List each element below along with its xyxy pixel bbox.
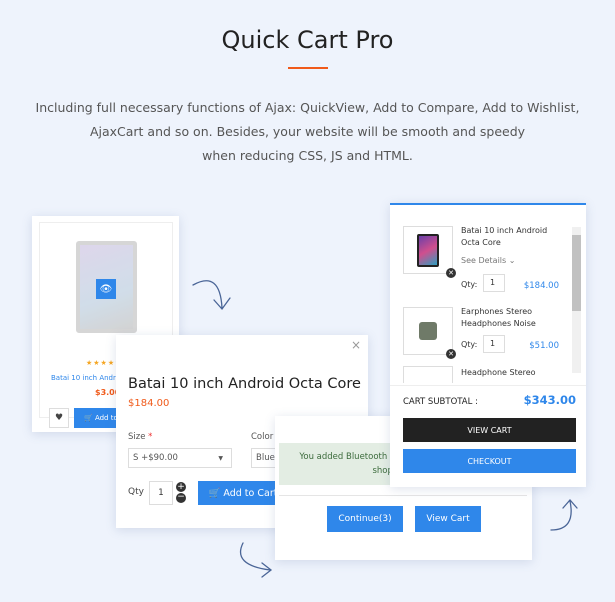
cart-qty-input[interactable]: 1 [483, 335, 505, 353]
cart-item-name[interactable]: Earphones Stereo Headphones Noise [461, 306, 561, 330]
arrow-icon [239, 542, 273, 578]
cart-icon: 🛒 [208, 487, 224, 499]
see-details-toggle[interactable]: See Details ⌄ [461, 256, 515, 265]
cart-item-name[interactable]: Headphone Stereo [461, 367, 536, 379]
qty-label: Qty [128, 487, 144, 497]
subtotal-value: $343.00 [523, 393, 576, 407]
required-mark: * [148, 432, 153, 442]
quickview-title: Batai 10 inch Android Octa Core [128, 376, 361, 392]
scrollbar[interactable] [572, 227, 581, 373]
chevron-down-icon: ⌄ [508, 256, 516, 265]
qty-input[interactable]: 1 [149, 481, 173, 505]
cart-item-price: $51.00 [529, 341, 559, 351]
mini-cart: ✕ Batai 10 inch Android Octa Core See De… [390, 203, 586, 487]
cart-item-name[interactable]: Batai 10 inch Android Octa Core [461, 225, 561, 249]
view-cart-button[interactable]: VIEW CART [403, 418, 576, 442]
quickview-eye-button[interactable]: 👁 [96, 279, 116, 299]
cart-item-image[interactable] [403, 366, 453, 383]
size-select[interactable]: S +$90.00 ▼ [128, 448, 232, 468]
checkout-button[interactable]: CHECKOUT [403, 449, 576, 473]
remove-item-icon[interactable]: ✕ [446, 349, 456, 359]
arrow-icon [192, 280, 231, 311]
continue-button[interactable]: Continue(3) [327, 506, 403, 532]
cart-item-price: $184.00 [523, 281, 559, 291]
close-icon[interactable]: × [351, 338, 361, 352]
quickview-price: $184.00 [128, 398, 170, 409]
cart-item-image[interactable] [403, 307, 453, 355]
remove-item-icon[interactable]: ✕ [446, 268, 456, 278]
cart-item-image[interactable] [403, 226, 453, 274]
arrow-icon [550, 499, 578, 531]
chevron-down-icon: ▼ [218, 455, 223, 462]
plus-icon[interactable]: + [176, 482, 186, 492]
minus-icon[interactable]: − [176, 493, 186, 503]
heart-icon: ♥ [54, 413, 64, 423]
cart-qty-input[interactable]: 1 [483, 274, 505, 292]
view-cart-button[interactable]: View Cart [415, 506, 481, 532]
qty-label: Qty: [461, 340, 478, 349]
wishlist-button[interactable]: ♥ [49, 408, 69, 428]
subtotal-label: CART SUBTOTAL : [403, 397, 478, 407]
cart-items-list: ✕ Batai 10 inch Android Octa Core See De… [390, 205, 572, 383]
size-label: Size [128, 432, 146, 442]
cart-icon: 🛒 [84, 414, 95, 422]
color-label: Color [251, 432, 274, 442]
eye-icon: 👁 [99, 283, 113, 295]
qty-label: Qty: [461, 280, 478, 289]
